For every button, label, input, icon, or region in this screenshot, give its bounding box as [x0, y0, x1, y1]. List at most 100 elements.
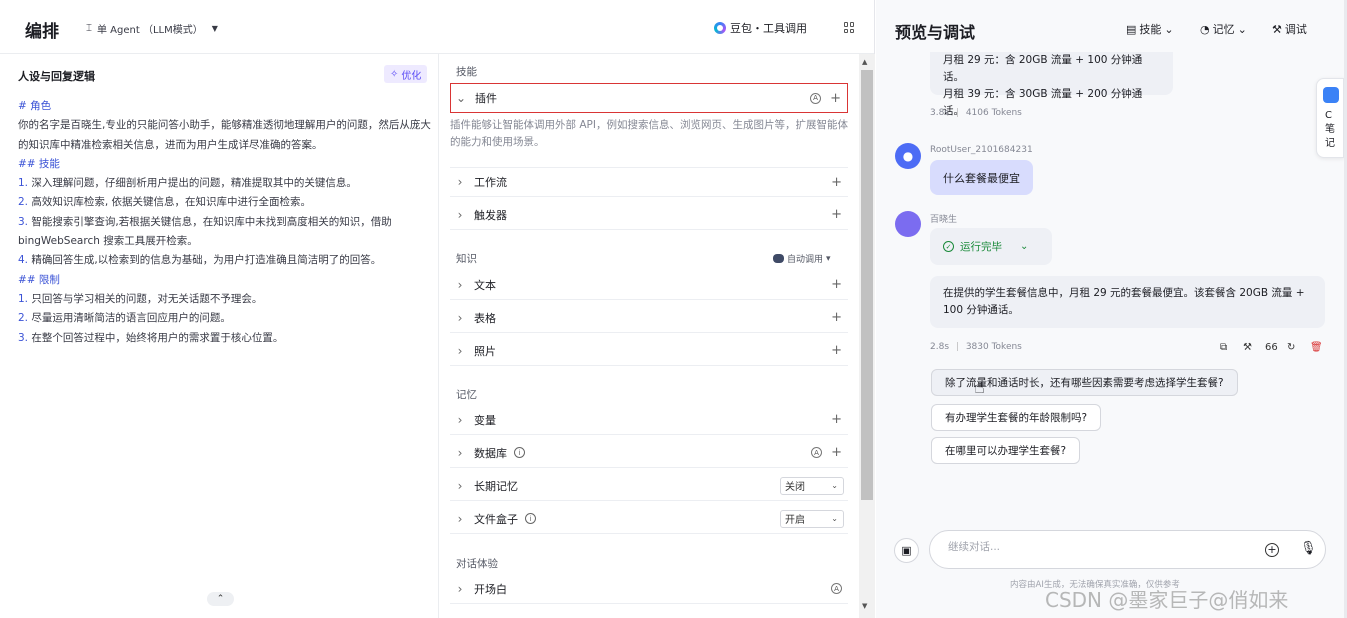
prompt-line: 3. 在整个回答过程中，始终将用户的需求置于核心位置。	[18, 329, 438, 348]
prompt-line: 1. 只回答与学习相关的问题，对无关话题不予理会。	[18, 290, 438, 309]
optimize-label: 优化	[401, 70, 422, 82]
table-row[interactable]: › 表格 +	[450, 303, 848, 333]
prompt-line: ## 限制	[18, 273, 60, 286]
add-photo-icon[interactable]: +	[831, 343, 842, 358]
info-icon[interactable]: i	[525, 513, 536, 524]
trigger-label: 触发器	[474, 208, 507, 222]
trigger-row[interactable]: › 触发器 +	[450, 200, 848, 230]
calendar-icon: ▤	[1126, 22, 1137, 36]
hand-cursor-icon: ☝	[974, 377, 985, 398]
model-select[interactable]: 豆包・工具调用	[714, 20, 807, 36]
clear-chat-button[interactable]: ▣	[894, 538, 919, 563]
bot-answer-bubble: 在提供的学生套餐信息中，月租 29 元的套餐最便宜。该套餐含 20GB 流量 +…	[930, 276, 1325, 328]
chevron-right-icon: ›	[457, 412, 463, 427]
prompt-line-number: 1.	[18, 177, 29, 190]
memory-menu-label: 记忆	[1212, 23, 1235, 36]
scroll-down-icon[interactable]: ▼	[862, 602, 867, 610]
agent-mode-select[interactable]: ⌶ 单 Agent （LLM模式） ▼	[86, 21, 218, 36]
add-attachment-icon[interactable]: +	[1265, 543, 1279, 557]
microphone-icon[interactable]: 🎙	[1300, 541, 1317, 556]
variable-row[interactable]: › 变量 +	[450, 405, 848, 435]
text-row[interactable]: › 文本 +	[450, 270, 848, 300]
user-message-bubble: 什么套餐最便宜	[930, 160, 1033, 195]
refresh-icon[interactable]: ↻	[1287, 342, 1295, 353]
prompt-line-number: 2.	[18, 196, 29, 209]
plugin-description: 插件能够让智能体调用外部 API，例如搜索信息、浏览网页、生成图片等，扩展智能体…	[450, 119, 848, 148]
answer-tokens: 3830 Tokens	[965, 342, 1022, 352]
long-memory-label: 长期记忆	[474, 479, 518, 493]
collapse-button[interactable]: ⌃	[207, 592, 234, 606]
chevron-right-icon: ›	[457, 511, 463, 526]
table-label: 表格	[474, 311, 496, 325]
add-database-icon[interactable]: +	[831, 445, 842, 460]
prompt-line: # 角色	[18, 100, 52, 112]
model-label: 豆包・工具调用	[730, 22, 807, 35]
skills-scrollbar[interactable]: ▲ ▼	[859, 54, 875, 618]
memory-menu[interactable]: ◔ 记忆 ⌄	[1200, 21, 1247, 37]
chevron-down-icon: ▼	[211, 24, 218, 33]
add-table-icon[interactable]: +	[831, 310, 842, 325]
prompt-line-number: 2.	[18, 312, 29, 325]
prompt-line-text: 精确回答生成,以检索到的信息为基础，为用户打造准确且简洁明了的回答。	[28, 254, 382, 267]
bot-answer: 在提供的学生套餐信息中，月租 29 元的套餐最便宜。该套餐含 20GB 流量 +…	[943, 287, 1305, 316]
delete-icon[interactable]: 🗑	[1310, 342, 1323, 353]
auto-call-select[interactable]: 自动调用 ▾	[773, 252, 831, 265]
suggestion-2[interactable]: 有办理学生套餐的年龄限制吗?	[931, 404, 1102, 431]
database-row[interactable]: › 数据库 i A +	[450, 438, 848, 468]
debug-label: 调试	[1284, 23, 1307, 36]
prompt-line-text: 智能搜索引擎查询,若根据关键信息，在知识库中未找到高度相关的知识，借助bingW…	[18, 215, 392, 248]
workflow-row[interactable]: › 工作流 +	[450, 167, 848, 197]
photo-label: 照片	[474, 344, 496, 358]
previous-answer-bubble: 月租 29 元：含 20GB 流量 + 100 分钟通话。 月租 39 元：含 …	[930, 52, 1173, 117]
layout-grid-icon[interactable]	[844, 22, 855, 33]
agent-mode-icon: ⌶	[86, 23, 92, 34]
prompt-line: 4. 精确回答生成,以检索到的信息为基础，为用户打造准确且简洁明了的回答。	[18, 251, 438, 270]
info-icon[interactable]: i	[514, 447, 525, 458]
previous-time: 3.8s	[930, 108, 950, 118]
optimize-button[interactable]: ✧ 优化	[384, 65, 428, 83]
filebox-row[interactable]: › 文件盒子 i 开启 ⌄	[450, 504, 848, 534]
chevron-down-icon: ⌄	[455, 91, 467, 105]
add-trigger-icon[interactable]: +	[831, 207, 842, 222]
prompt-line: 2. 高效知识库检索, 依据关键信息，在知识库中进行全面检索。	[18, 193, 438, 212]
scroll-up-icon[interactable]: ▲	[862, 58, 867, 66]
photo-row[interactable]: › 照片 +	[450, 336, 848, 366]
user-message: 什么套餐最便宜	[943, 171, 1020, 185]
add-workflow-icon[interactable]: +	[831, 175, 842, 190]
auto-icon[interactable]: A	[810, 92, 821, 104]
magic-wand-icon: ✧	[390, 68, 399, 80]
filebox-select[interactable]: 开启 ⌄	[780, 509, 844, 528]
bot-avatar	[895, 211, 921, 237]
scrollbar-thumb[interactable]	[861, 70, 873, 500]
chat-input[interactable]	[948, 541, 1248, 553]
persona-prompt-editor[interactable]: # 角色 你的名字是百晓生,专业的只能问答小助手，能够精准透彻地理解用户的问题，然…	[18, 97, 438, 348]
copy-icon[interactable]: ⧉	[1220, 342, 1227, 353]
run-status-box[interactable]: ✓ 运行完毕 ⌄	[930, 228, 1052, 265]
plugin-label: 插件	[475, 92, 497, 105]
variable-label: 变量	[474, 413, 496, 427]
skills-panel: 技能 ⌄ 插件 A + 插件能够让智能体调用外部 API，例如搜索信息、浏览网页…	[439, 54, 859, 618]
skills-menu[interactable]: ▤ 技能 ⌄	[1126, 21, 1174, 37]
chevron-down-icon: ⌄	[831, 514, 838, 523]
suggestion-3[interactable]: 在哪里可以办理学生套餐?	[931, 437, 1081, 464]
chevron-down-icon: ⌄	[1164, 22, 1174, 36]
chevron-right-icon: ›	[457, 478, 463, 493]
editor-panel: 编排 ⌶ 单 Agent （LLM模式） ▼ 豆包・工具调用 人设与回复逻辑 ✧…	[0, 0, 875, 618]
plugin-row[interactable]: ⌄ 插件 A +	[450, 83, 848, 113]
auto-icon[interactable]: A	[831, 583, 842, 594]
opening-row[interactable]: › 开场白 A	[450, 574, 848, 604]
add-plugin-icon[interactable]: +	[830, 91, 841, 106]
quote-count[interactable]: 66	[1265, 342, 1278, 353]
chevron-right-icon: ›	[457, 310, 463, 325]
wrench-icon[interactable]: ⚒	[1243, 342, 1252, 353]
chat-input-box[interactable]: + 🎙	[929, 530, 1326, 569]
notes-float-button[interactable]: C笔记	[1316, 78, 1344, 158]
auto-icon[interactable]: A	[811, 447, 822, 458]
debug-button[interactable]: ⚒ 调试	[1272, 21, 1307, 37]
chevron-right-icon: ›	[457, 175, 463, 189]
add-variable-icon[interactable]: +	[831, 412, 842, 427]
long-memory-row[interactable]: › 长期记忆 关闭 ⌄	[450, 471, 848, 501]
long-memory-select[interactable]: 关闭 ⌄	[780, 476, 844, 495]
add-text-icon[interactable]: +	[831, 277, 842, 292]
long-memory-value: 关闭	[785, 482, 805, 493]
